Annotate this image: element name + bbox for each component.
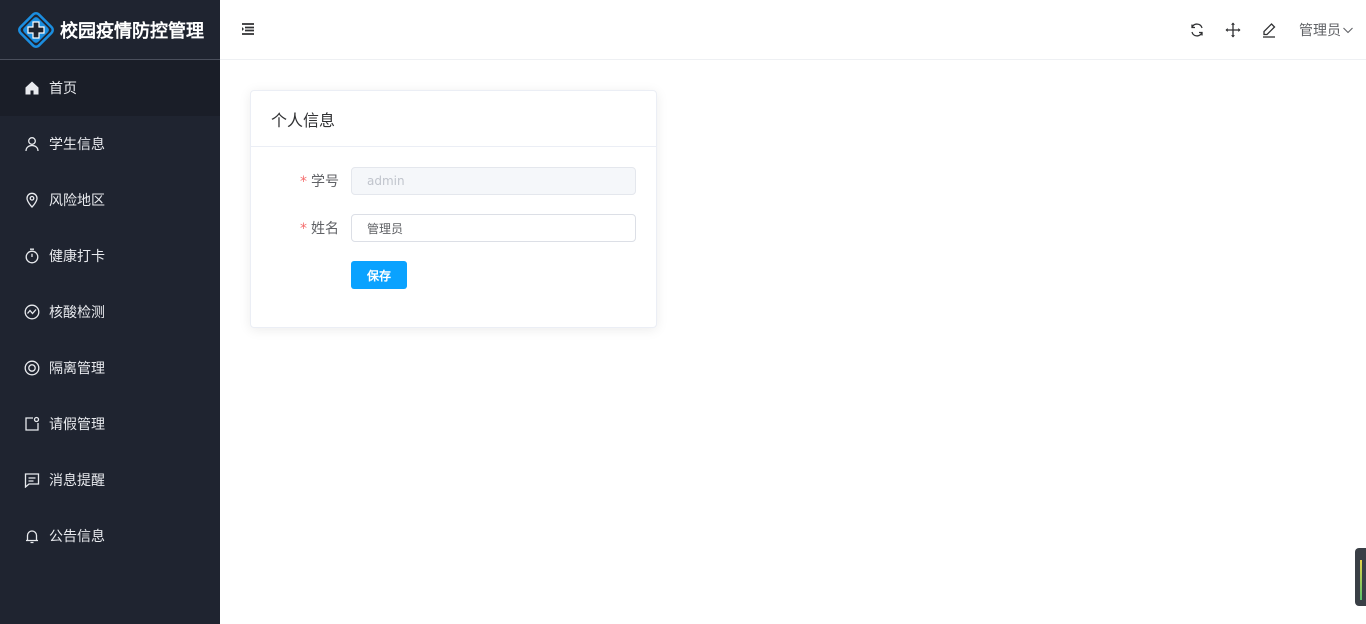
sidebar-item-label: 风险地区 <box>49 193 105 209</box>
location-icon <box>24 192 40 208</box>
save-button[interactable]: 保存 <box>351 261 407 289</box>
sidebar-item-announcements[interactable]: 公告信息 <box>0 508 220 564</box>
timer-icon <box>24 248 40 264</box>
sidebar-item-label: 健康打卡 <box>49 249 105 265</box>
sidebar-item-home[interactable]: 首页 <box>0 60 220 116</box>
student-id-input <box>351 167 636 195</box>
sidebar-item-health-checkin[interactable]: 健康打卡 <box>0 228 220 284</box>
sidebar-item-label: 请假管理 <box>49 417 105 433</box>
sidebar-item-quarantine[interactable]: 隔离管理 <box>0 340 220 396</box>
edit-icon[interactable] <box>1261 22 1277 38</box>
sidebar-item-label: 学生信息 <box>49 137 105 153</box>
fullscreen-move-icon[interactable] <box>1225 22 1241 38</box>
lifebuoy-icon <box>24 360 40 376</box>
top-header: 管理员 <box>220 0 1366 60</box>
chart-circle-icon <box>24 304 40 320</box>
sidebar-menu: 首页 学生信息 风险地区 健康打卡 核酸检测 隔离管理 请假管理 消息提醒 公告… <box>0 60 220 564</box>
name-label-wrap: * 姓名 <box>251 218 351 238</box>
required-mark: * <box>300 174 307 190</box>
name-input[interactable] <box>351 214 636 242</box>
user-name: 管理员 <box>1299 23 1341 39</box>
chevron-down-icon <box>1343 27 1353 34</box>
sidebar-item-label: 公告信息 <box>49 529 105 545</box>
name-label: 姓名 <box>311 221 339 237</box>
sidebar: 校园疫情防控管理 首页 学生信息 风险地区 健康打卡 核酸检测 隔离管理 请假管… <box>0 0 220 624</box>
student-id-label-wrap: * 学号 <box>251 171 351 191</box>
refresh-icon[interactable] <box>1189 22 1205 38</box>
user-icon <box>24 136 40 152</box>
student-id-row: * 学号 <box>251 167 656 195</box>
app-title: 校园疫情防控管理 <box>60 20 204 42</box>
sidebar-item-label: 首页 <box>49 81 77 97</box>
user-dropdown[interactable]: 管理员 <box>1299 20 1354 40</box>
sidebar-item-label: 隔离管理 <box>49 361 105 377</box>
sidebar-item-risk-area[interactable]: 风险地区 <box>0 172 220 228</box>
medical-cross-logo-icon <box>17 11 55 49</box>
sidebar-item-label: 核酸检测 <box>49 305 105 321</box>
sidebar-item-leave[interactable]: 请假管理 <box>0 396 220 452</box>
student-id-label: 学号 <box>311 174 339 190</box>
personal-info-card: 个人信息 *学号 *姓名 保存 <box>250 90 657 328</box>
sidebar-item-label: 消息提醒 <box>49 473 105 489</box>
header-tools: 管理员 <box>1189 0 1366 60</box>
home-icon <box>24 80 40 96</box>
brand: 校园疫情防控管理 <box>0 0 220 60</box>
floating-side-widget[interactable] <box>1355 548 1366 606</box>
message-icon <box>24 472 40 488</box>
level-bar <box>1360 560 1362 600</box>
card-title: 个人信息 <box>251 91 656 147</box>
sidebar-item-student-info[interactable]: 学生信息 <box>0 116 220 172</box>
sidebar-item-nucleic-test[interactable]: 核酸检测 <box>0 284 220 340</box>
name-row: * 姓名 <box>251 214 656 242</box>
bell-icon <box>24 528 40 544</box>
note-icon <box>24 416 40 432</box>
sidebar-item-messages[interactable]: 消息提醒 <box>0 452 220 508</box>
required-mark: * <box>300 221 307 237</box>
menu-collapse-icon[interactable] <box>241 22 255 36</box>
